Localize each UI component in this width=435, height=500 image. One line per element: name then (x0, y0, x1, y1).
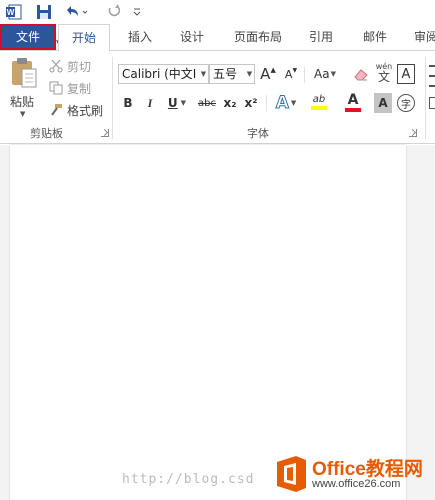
character-border-button[interactable]: A (397, 64, 415, 84)
undo-icon[interactable] (62, 2, 90, 22)
font-size-value: 五号 (213, 67, 238, 81)
underline-button[interactable]: U ▼ (164, 93, 190, 113)
clear-formatting-button[interactable] (351, 64, 371, 84)
text-effects-label: A (275, 93, 289, 114)
bold-button[interactable]: B (120, 93, 136, 113)
vertical-scrollbar[interactable] (418, 145, 435, 500)
clipboard-group-label: 剪贴板 (30, 127, 63, 140)
divider (266, 95, 267, 111)
font-color-button[interactable]: A (338, 91, 368, 113)
chevron-down-icon: ▼ (246, 70, 253, 78)
change-case-label: Aa (314, 67, 330, 81)
clipboard-dialog-launcher-icon[interactable] (101, 129, 109, 137)
tab-references[interactable]: 引用 (298, 24, 344, 50)
copy-label: 复制 (67, 81, 92, 96)
word-app-icon[interactable]: W (4, 2, 24, 22)
customize-qat-icon[interactable] (130, 2, 144, 22)
tab-review[interactable]: 审阅 (406, 24, 435, 50)
enclose-characters-button[interactable]: 字 (396, 93, 416, 113)
superscript-button[interactable]: x² (243, 93, 259, 113)
office-logo-icon (277, 456, 306, 492)
font-color-bar (345, 107, 361, 112)
font-name-combobox[interactable]: Calibri (中文I ▼ (118, 64, 209, 84)
chevron-down-icon: ▼ (200, 70, 207, 78)
text-effects-button[interactable]: A ▼ (272, 93, 300, 114)
scissors-icon (48, 58, 64, 74)
tab-file[interactable]: 文件 (0, 24, 56, 50)
tab-design[interactable]: 设计 (168, 24, 216, 50)
cut-button[interactable]: 剪切 (48, 57, 91, 75)
change-case-button[interactable]: Aa ▼ (308, 64, 342, 84)
grow-font-button[interactable]: A ▲ (259, 64, 277, 84)
document-page[interactable] (10, 145, 406, 500)
chevron-down-icon: ▼ (290, 99, 297, 107)
phonetic-bottom-label: 文 (377, 70, 390, 84)
copy-button[interactable]: 复制 (48, 79, 91, 97)
paste-label: 粘贴 (10, 95, 35, 109)
list-icon (429, 85, 435, 87)
paste-icon (12, 58, 37, 88)
ribbon-home: 粘贴 ▼ 剪切 复制 格式刷 剪贴板 Calibri (中文I ▼ 五号 ▼ A… (0, 50, 435, 144)
underline-label: U (167, 96, 178, 110)
subscript-button[interactable]: x₂ (222, 93, 238, 113)
down-arrow-icon: ▼ (292, 66, 298, 74)
highlight-label: ab (312, 94, 326, 105)
up-arrow-icon: ▲ (270, 66, 276, 74)
eraser-icon (354, 69, 368, 81)
enclose-label: 字 (397, 94, 415, 112)
paste-button[interactable]: 粘贴 ▼ (6, 55, 42, 119)
tab-page-layout[interactable]: 页面布局 (224, 24, 292, 50)
group-divider (112, 57, 113, 139)
brand-url: www.office26.com (312, 478, 401, 490)
save-icon[interactable] (34, 2, 54, 22)
cut-label: 剪切 (67, 59, 92, 74)
quick-access-toolbar: W (0, 0, 435, 24)
shrink-font-label: A (284, 67, 293, 81)
chevron-down-icon: ▼ (20, 110, 26, 118)
copy-icon (48, 80, 64, 96)
chevron-down-icon: ▼ (180, 99, 187, 107)
paintbrush-icon (48, 102, 64, 118)
phonetic-guide-button[interactable]: wén 文 (374, 62, 394, 86)
tab-home[interactable]: 开始 (58, 24, 110, 51)
paragraph-icon (429, 97, 435, 109)
highlight-color-button[interactable]: ab (304, 91, 334, 113)
group-divider (425, 57, 426, 139)
highlight-color-bar (311, 106, 327, 110)
document-area (0, 145, 435, 500)
grow-font-label: A (260, 65, 271, 83)
format-painter-button[interactable]: 格式刷 (48, 101, 103, 119)
divider (304, 67, 305, 83)
list-icon (429, 75, 435, 77)
tab-mailings[interactable]: 邮件 (352, 24, 398, 50)
italic-button[interactable]: I (142, 93, 158, 113)
format-painter-label: 格式刷 (67, 103, 104, 118)
blog-watermark: http://blog.csd (122, 472, 255, 487)
character-shading-button[interactable]: A (374, 93, 392, 113)
brand-name: Office教程网 (312, 459, 423, 480)
svg-text:W: W (7, 8, 15, 17)
font-size-combobox[interactable]: 五号 ▼ (209, 64, 255, 84)
font-group-label: 字体 (247, 127, 269, 140)
ribbon-tab-row: 文件 开始 插入 设计 页面布局 引用 邮件 审阅 (0, 24, 435, 51)
list-icon (429, 65, 435, 67)
shrink-font-button[interactable]: A ▼ (282, 64, 300, 84)
font-color-label: A (347, 91, 359, 108)
font-dialog-launcher-icon[interactable] (409, 129, 417, 137)
strikethrough-button[interactable]: abc (196, 93, 218, 113)
redo-icon[interactable] (104, 2, 124, 22)
font-name-value: Calibri (中文I (122, 67, 197, 81)
brand-watermark: Office教程网 www.office26.com (272, 450, 435, 500)
chevron-down-icon: ▼ (330, 70, 336, 78)
tab-insert[interactable]: 插入 (116, 24, 164, 50)
